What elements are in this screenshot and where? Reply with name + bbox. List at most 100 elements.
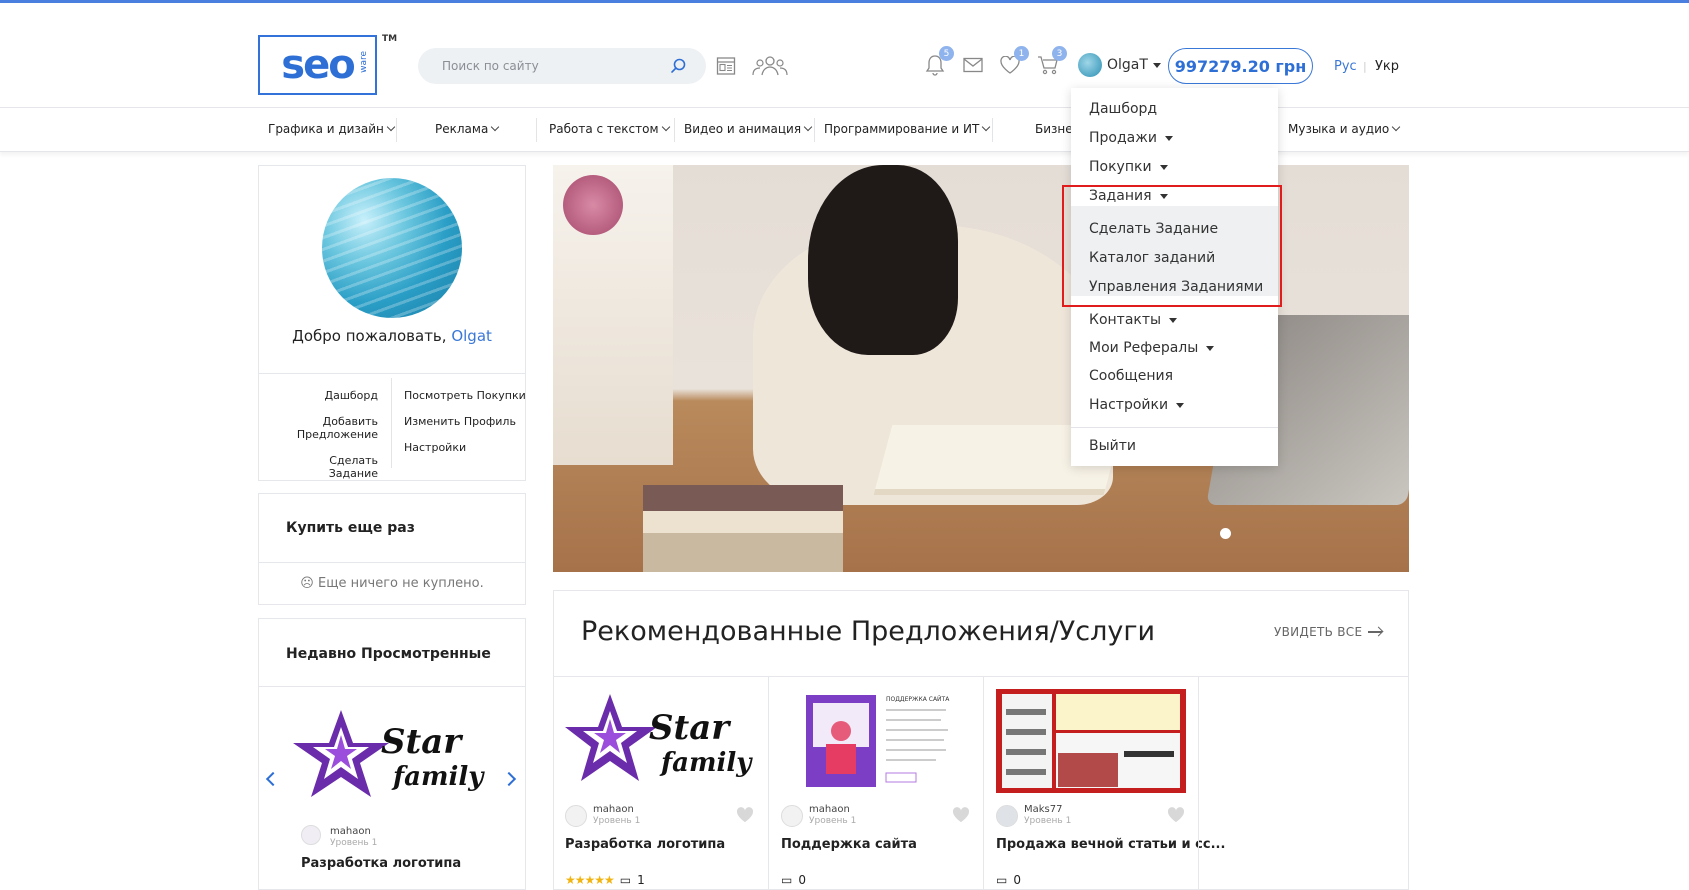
seller-avatar xyxy=(781,805,803,827)
recent-item-image[interactable]: Star family xyxy=(293,705,488,805)
menu-item-dashboard[interactable]: Дашборд xyxy=(1089,101,1157,117)
community-icon[interactable] xyxy=(752,54,788,78)
offer-card[interactable]: Maks77 Уровень 1 Продажа вечной статьи и… xyxy=(983,676,1225,890)
search-icon[interactable] xyxy=(670,58,686,74)
menu-label: Выйти xyxy=(1089,438,1137,454)
offer-title[interactable]: Продажа вечной статьи и сс... xyxy=(996,837,1225,852)
seller-level: Уровень 1 xyxy=(1024,816,1072,826)
caret-down-icon xyxy=(1176,402,1185,408)
catalog-icon[interactable] xyxy=(713,54,739,78)
recent-seller-level: Уровень 1 xyxy=(330,838,378,848)
quick-link-edit-profile[interactable]: Изменить Профиль xyxy=(404,415,516,428)
balance-button[interactable]: 997279.20 грн xyxy=(1168,48,1313,84)
cart-icon[interactable]: 3 xyxy=(1035,46,1067,77)
favorite-heart-icon[interactable] xyxy=(1167,807,1185,823)
nav-item-programming[interactable]: Программирование и ИТ xyxy=(824,122,991,136)
offer-image: ПОДДЕРЖКА САЙТА xyxy=(781,689,971,793)
lang-ru-link[interactable]: Рус xyxy=(1334,59,1357,74)
nav-item-text[interactable]: Работа с текстом xyxy=(549,122,670,136)
nav-item-video[interactable]: Видео и анимация xyxy=(684,122,813,136)
search-input[interactable] xyxy=(442,59,662,73)
nav-label: Графика и дизайн xyxy=(268,122,384,136)
quick-link-make-task[interactable]: Сделать Задание xyxy=(280,454,378,480)
carousel-dot[interactable] xyxy=(1220,528,1231,539)
offer-card[interactable]: Star family mahaon Уровень 1 Разработка … xyxy=(553,676,768,890)
tasks-highlight-box xyxy=(1062,185,1282,307)
buy-again-divider xyxy=(258,562,526,563)
nav-item-business[interactable]: Бизне xyxy=(1035,122,1073,136)
seller-name[interactable]: Maks77 xyxy=(1024,804,1062,815)
offer-meta: ▭ 0 xyxy=(996,873,1021,887)
menu-label: Контакты xyxy=(1089,312,1162,328)
nav-item-music[interactable]: Музыка и аудио xyxy=(1288,122,1401,136)
svg-text:family: family xyxy=(391,762,485,792)
quick-links-divider xyxy=(391,378,392,468)
menu-item-referrals[interactable]: Мои Рефералы xyxy=(1089,340,1215,356)
welcome-message: Добро пожаловать, Olgat xyxy=(258,327,526,345)
see-all-link[interactable]: УВИДЕТЬ ВСЕ xyxy=(1274,625,1383,639)
seller-avatar xyxy=(565,805,587,827)
seller-name[interactable]: mahaon xyxy=(809,804,850,815)
chevron-down-icon xyxy=(1391,122,1401,132)
site-logo[interactable]: seo ware xyxy=(258,35,377,95)
buy-again-empty: ☹ Еще ничего не куплено. xyxy=(258,576,526,591)
recent-seller-name[interactable]: mahaon xyxy=(330,826,371,837)
menu-label: Продажи xyxy=(1089,130,1157,146)
nav-divider xyxy=(396,118,397,142)
quick-link-settings[interactable]: Настройки xyxy=(404,441,466,454)
seller-avatar xyxy=(996,805,1018,827)
messages-envelope-icon[interactable] xyxy=(960,53,986,77)
comment-icon: ▭ xyxy=(781,873,793,887)
logo-text: seo xyxy=(281,42,355,88)
svg-text:ПОДДЕРЖКА САЙТА: ПОДДЕРЖКА САЙТА xyxy=(886,696,950,703)
recent-divider xyxy=(258,686,526,687)
menu-item-settings[interactable]: Настройки xyxy=(1089,397,1185,413)
svg-text:family: family xyxy=(659,748,753,778)
profile-avatar xyxy=(322,178,462,318)
offer-title[interactable]: Разработка логотипа xyxy=(565,837,725,852)
menu-label: Дашборд xyxy=(1089,101,1158,117)
offer-card[interactable]: ПОДДЕРЖКА САЙТА mahaon Уровень 1 Поддерж… xyxy=(768,676,983,890)
menu-divider xyxy=(1071,427,1278,428)
caret-down-icon xyxy=(1164,135,1173,141)
favorites-badge: 1 xyxy=(1014,46,1029,61)
recently-viewed-title: Недавно Просмотренные xyxy=(286,646,491,662)
menu-item-purchases[interactable]: Покупки xyxy=(1089,159,1168,175)
favorite-heart-icon[interactable] xyxy=(952,807,970,823)
menu-item-messages[interactable]: Сообщения xyxy=(1089,368,1173,384)
recent-item-title[interactable]: Разработка логотипа xyxy=(301,856,461,871)
review-count: 0 xyxy=(798,873,806,887)
offer-title[interactable]: Поддержка сайта xyxy=(781,837,917,852)
favorite-heart-icon[interactable] xyxy=(736,807,754,823)
nav-item-ads[interactable]: Реклама xyxy=(435,122,500,136)
menu-item-sales[interactable]: Продажи xyxy=(1089,130,1173,146)
chevron-down-icon xyxy=(661,122,670,132)
user-menu-toggle[interactable]: OlgaT xyxy=(1078,53,1161,77)
welcome-username[interactable]: Olgat xyxy=(451,327,492,345)
nav-divider xyxy=(674,118,675,142)
arrow-right-icon xyxy=(1368,631,1383,633)
sad-face-icon: ☹ xyxy=(300,576,314,591)
lang-uk-link[interactable]: Укр xyxy=(1375,59,1399,74)
notifications-bell-icon[interactable]: 5 xyxy=(922,46,954,77)
search-bar xyxy=(418,48,706,84)
quick-link-view-purchases[interactable]: Посмотреть Покупки xyxy=(404,389,526,402)
nav-divider xyxy=(992,118,993,142)
menu-item-contacts[interactable]: Контакты xyxy=(1089,312,1178,328)
caret-down-icon xyxy=(1169,317,1178,323)
seller-avatar xyxy=(301,825,321,845)
notifications-badge: 5 xyxy=(939,46,954,61)
nav-item-graphics[interactable]: Графика и дизайн xyxy=(268,122,396,136)
menu-label: Настройки xyxy=(1089,397,1169,413)
buy-again-title: Купить еще раз xyxy=(286,520,415,536)
seller-level: Уровень 1 xyxy=(809,816,857,826)
empty-text: Еще ничего не куплено. xyxy=(318,576,484,591)
menu-item-logout[interactable]: Выйти xyxy=(1089,438,1136,454)
seller-name[interactable]: mahaon xyxy=(593,804,634,815)
favorites-heart-icon[interactable]: 1 xyxy=(997,46,1029,77)
offer-image: Star family xyxy=(565,694,753,781)
caret-down-icon xyxy=(1206,345,1215,351)
quick-link-add-offer[interactable]: Добавить Предложение xyxy=(280,415,378,441)
quick-link-dashboard[interactable]: Дашборд xyxy=(280,389,378,402)
top-accent-line xyxy=(0,0,1689,3)
